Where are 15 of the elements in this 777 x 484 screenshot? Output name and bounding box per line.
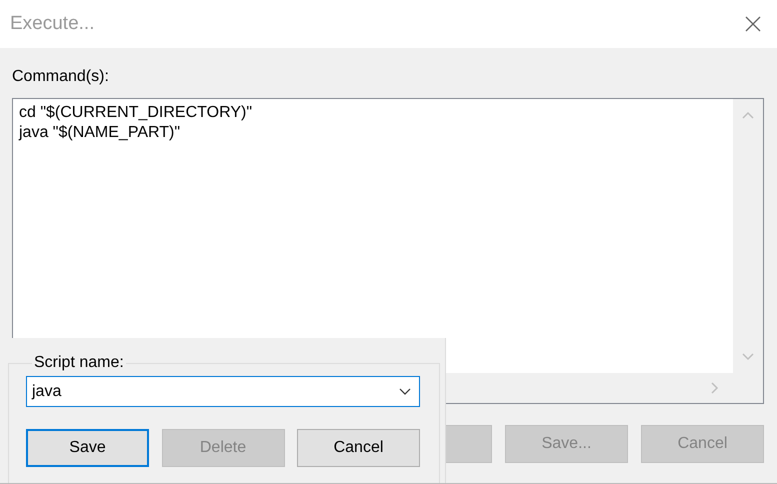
command-line: java "$(NAME_PART)" bbox=[19, 123, 180, 143]
scroll-right-icon[interactable] bbox=[711, 382, 719, 394]
script-name-combobox[interactable]: java bbox=[26, 376, 420, 407]
chevron-down-icon[interactable] bbox=[399, 388, 411, 395]
commands-label: Command(s): bbox=[12, 68, 109, 86]
vertical-scrollbar[interactable] bbox=[733, 99, 763, 373]
panel-button[interactable]: Save bbox=[26, 429, 149, 467]
window-title: Execute... bbox=[10, 13, 94, 35]
close-icon[interactable] bbox=[745, 16, 761, 32]
horizontal-scrollbar[interactable] bbox=[446, 373, 733, 403]
scroll-down-icon[interactable] bbox=[742, 353, 754, 361]
command-line: cd "$(CURRENT_DIRECTORY)" bbox=[19, 103, 252, 123]
scroll-up-icon[interactable] bbox=[742, 111, 754, 119]
panel-button[interactable]: Cancel bbox=[297, 429, 420, 467]
group-label: Script name: bbox=[33, 354, 125, 372]
